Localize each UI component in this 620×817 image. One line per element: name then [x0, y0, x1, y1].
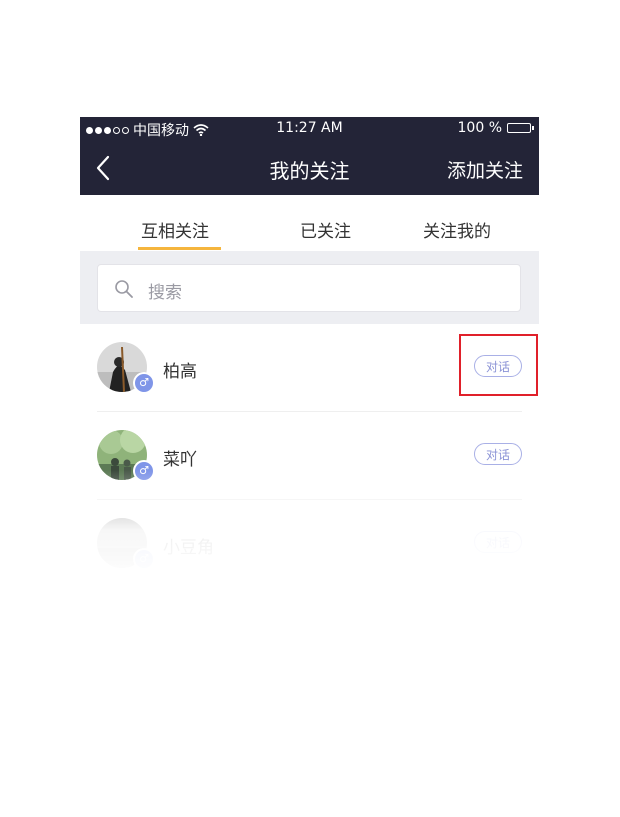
- search-area: 搜索: [80, 251, 539, 324]
- avatar[interactable]: ♂: [97, 518, 155, 570]
- tab-following[interactable]: 已关注: [300, 217, 351, 242]
- nav-bar: 我的关注 添加关注: [80, 141, 539, 195]
- battery-label: 100 %: [457, 120, 502, 136]
- status-bar: 中国移动 11:27 AM 100 %: [80, 117, 539, 141]
- chat-button[interactable]: 对话: [474, 531, 522, 553]
- battery-icon: [507, 123, 534, 133]
- male-icon: ♂: [133, 372, 155, 394]
- status-right: 100 %: [457, 120, 534, 136]
- tab-mutual-follow[interactable]: 互相关注: [141, 217, 209, 242]
- search-input[interactable]: 搜索: [97, 264, 521, 312]
- highlight-box: [459, 334, 538, 396]
- add-follow-button[interactable]: 添加关注: [447, 156, 523, 183]
- avatar[interactable]: ♂: [97, 342, 155, 394]
- tab-bar: 互相关注 已关注 关注我的: [80, 195, 539, 251]
- user-name: 小豆角: [163, 538, 214, 558]
- user-name: 柏高: [163, 362, 197, 382]
- search-icon: [115, 280, 133, 298]
- user-name: 菜吖: [163, 450, 197, 470]
- chat-button[interactable]: 对话: [474, 443, 522, 465]
- list-item[interactable]: ♂ 菜吖 对话: [97, 412, 522, 500]
- list-item[interactable]: ♂ 小豆角 对话: [97, 500, 522, 577]
- tab-followers[interactable]: 关注我的: [423, 217, 491, 242]
- search-placeholder: 搜索: [148, 283, 182, 303]
- avatar[interactable]: ♂: [97, 430, 155, 482]
- male-icon: ♂: [133, 548, 155, 570]
- male-icon: ♂: [133, 460, 155, 482]
- active-tab-indicator: [138, 247, 221, 250]
